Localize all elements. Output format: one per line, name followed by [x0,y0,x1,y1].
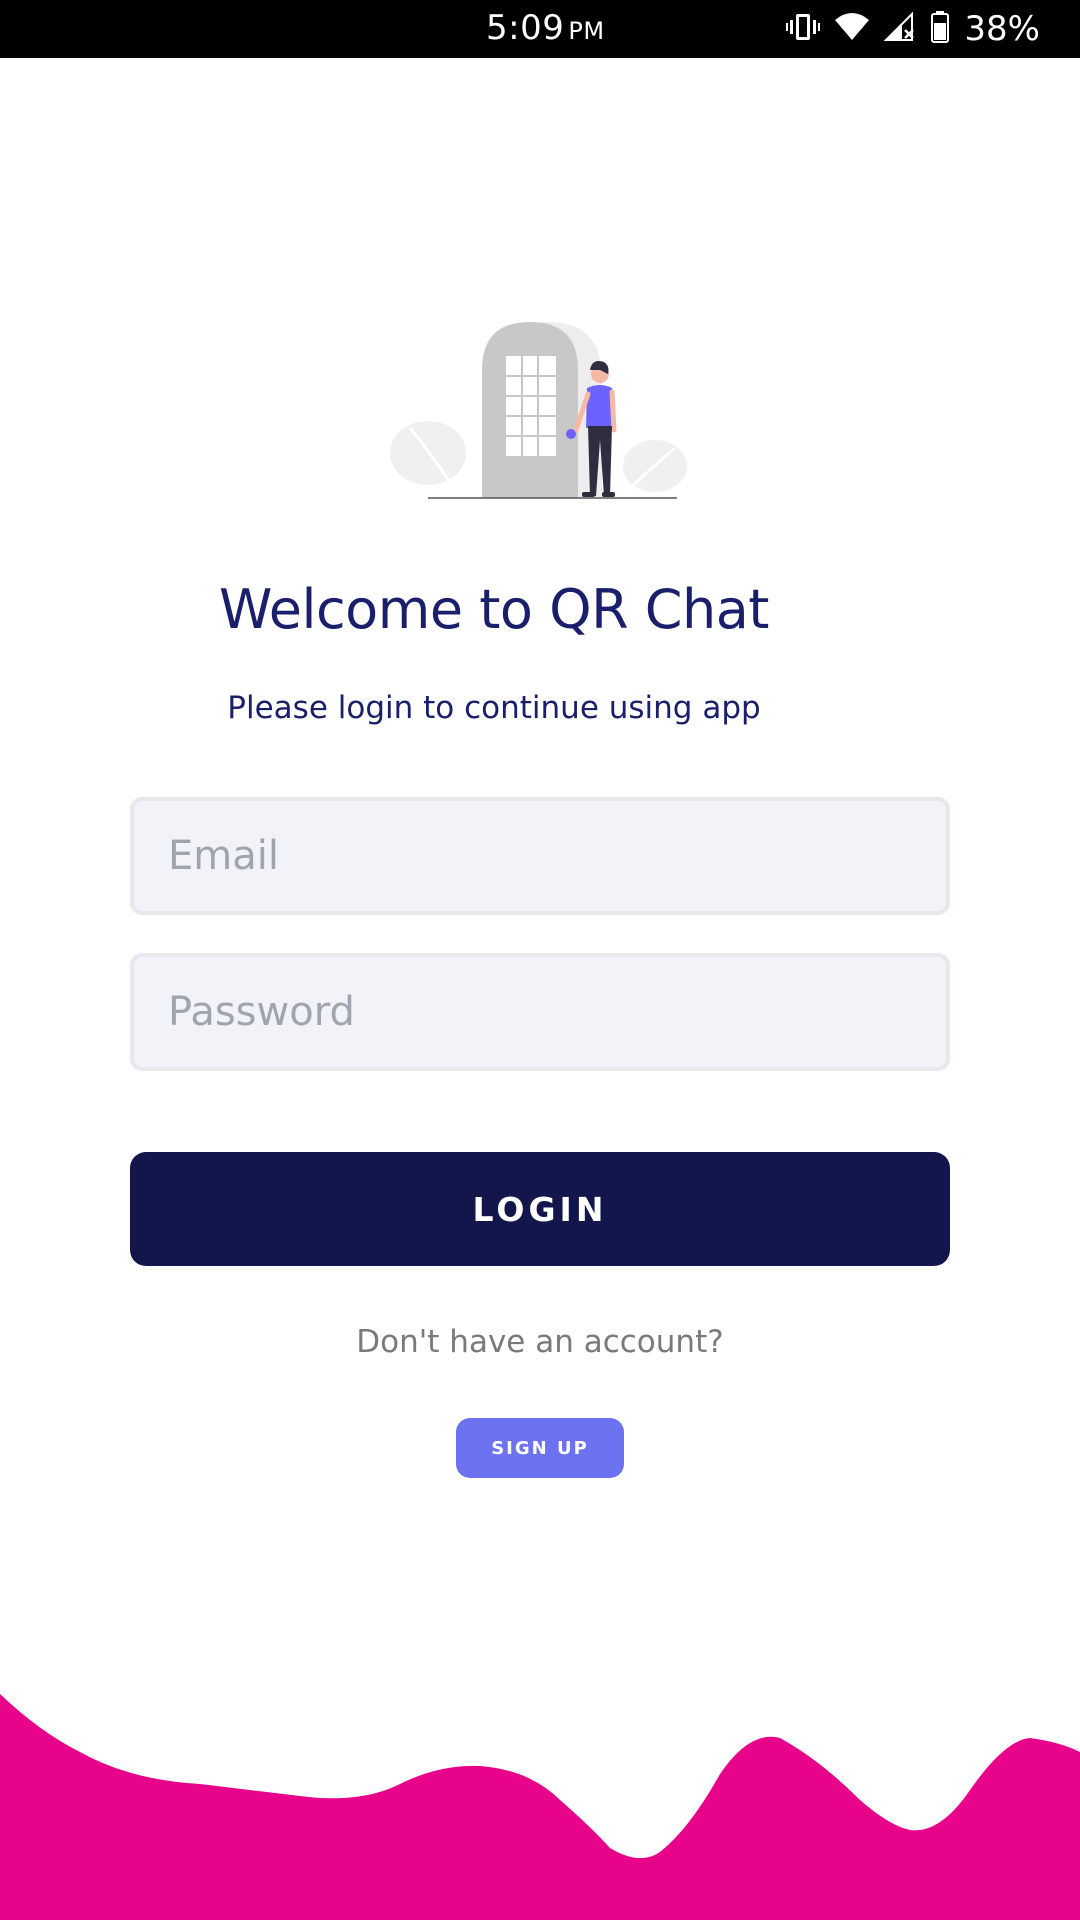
login-screen: 5:09 PM 38% Welcome to QR Chat Please lo… [0,0,1080,1920]
bottom-wave [0,1694,1080,1920]
password-field[interactable] [130,953,950,1071]
status-time-value: 5:09 [486,8,565,48]
status-time: 5:09 PM [486,8,605,48]
vibrate-icon [786,12,821,46]
wifi-icon [834,12,870,46]
status-bar: 5:09 PM 38% [0,0,1080,58]
battery-percent: 38% [964,9,1040,49]
signal-icon [884,11,916,46]
status-icons: 38% [786,8,1040,50]
signup-button[interactable]: SIGN UP [456,1418,624,1478]
person-hand-object [566,429,576,439]
welcome-title: Welcome to QR Chat [219,578,769,641]
door-window [506,356,556,456]
welcome-illustration [390,322,687,500]
login-button[interactable]: LOGIN [130,1152,950,1266]
email-field[interactable] [130,797,950,915]
person-shoe-left [582,492,595,497]
person-shoe-right [602,492,615,497]
person-arm-right [609,389,617,433]
status-time-ampm: PM [568,17,605,45]
bottom-wave-shape [0,1694,1080,1920]
no-account-prompt: Don't have an account? [356,1324,724,1360]
battery-icon [930,11,950,47]
welcome-subtitle: Please login to continue using app [227,690,761,726]
